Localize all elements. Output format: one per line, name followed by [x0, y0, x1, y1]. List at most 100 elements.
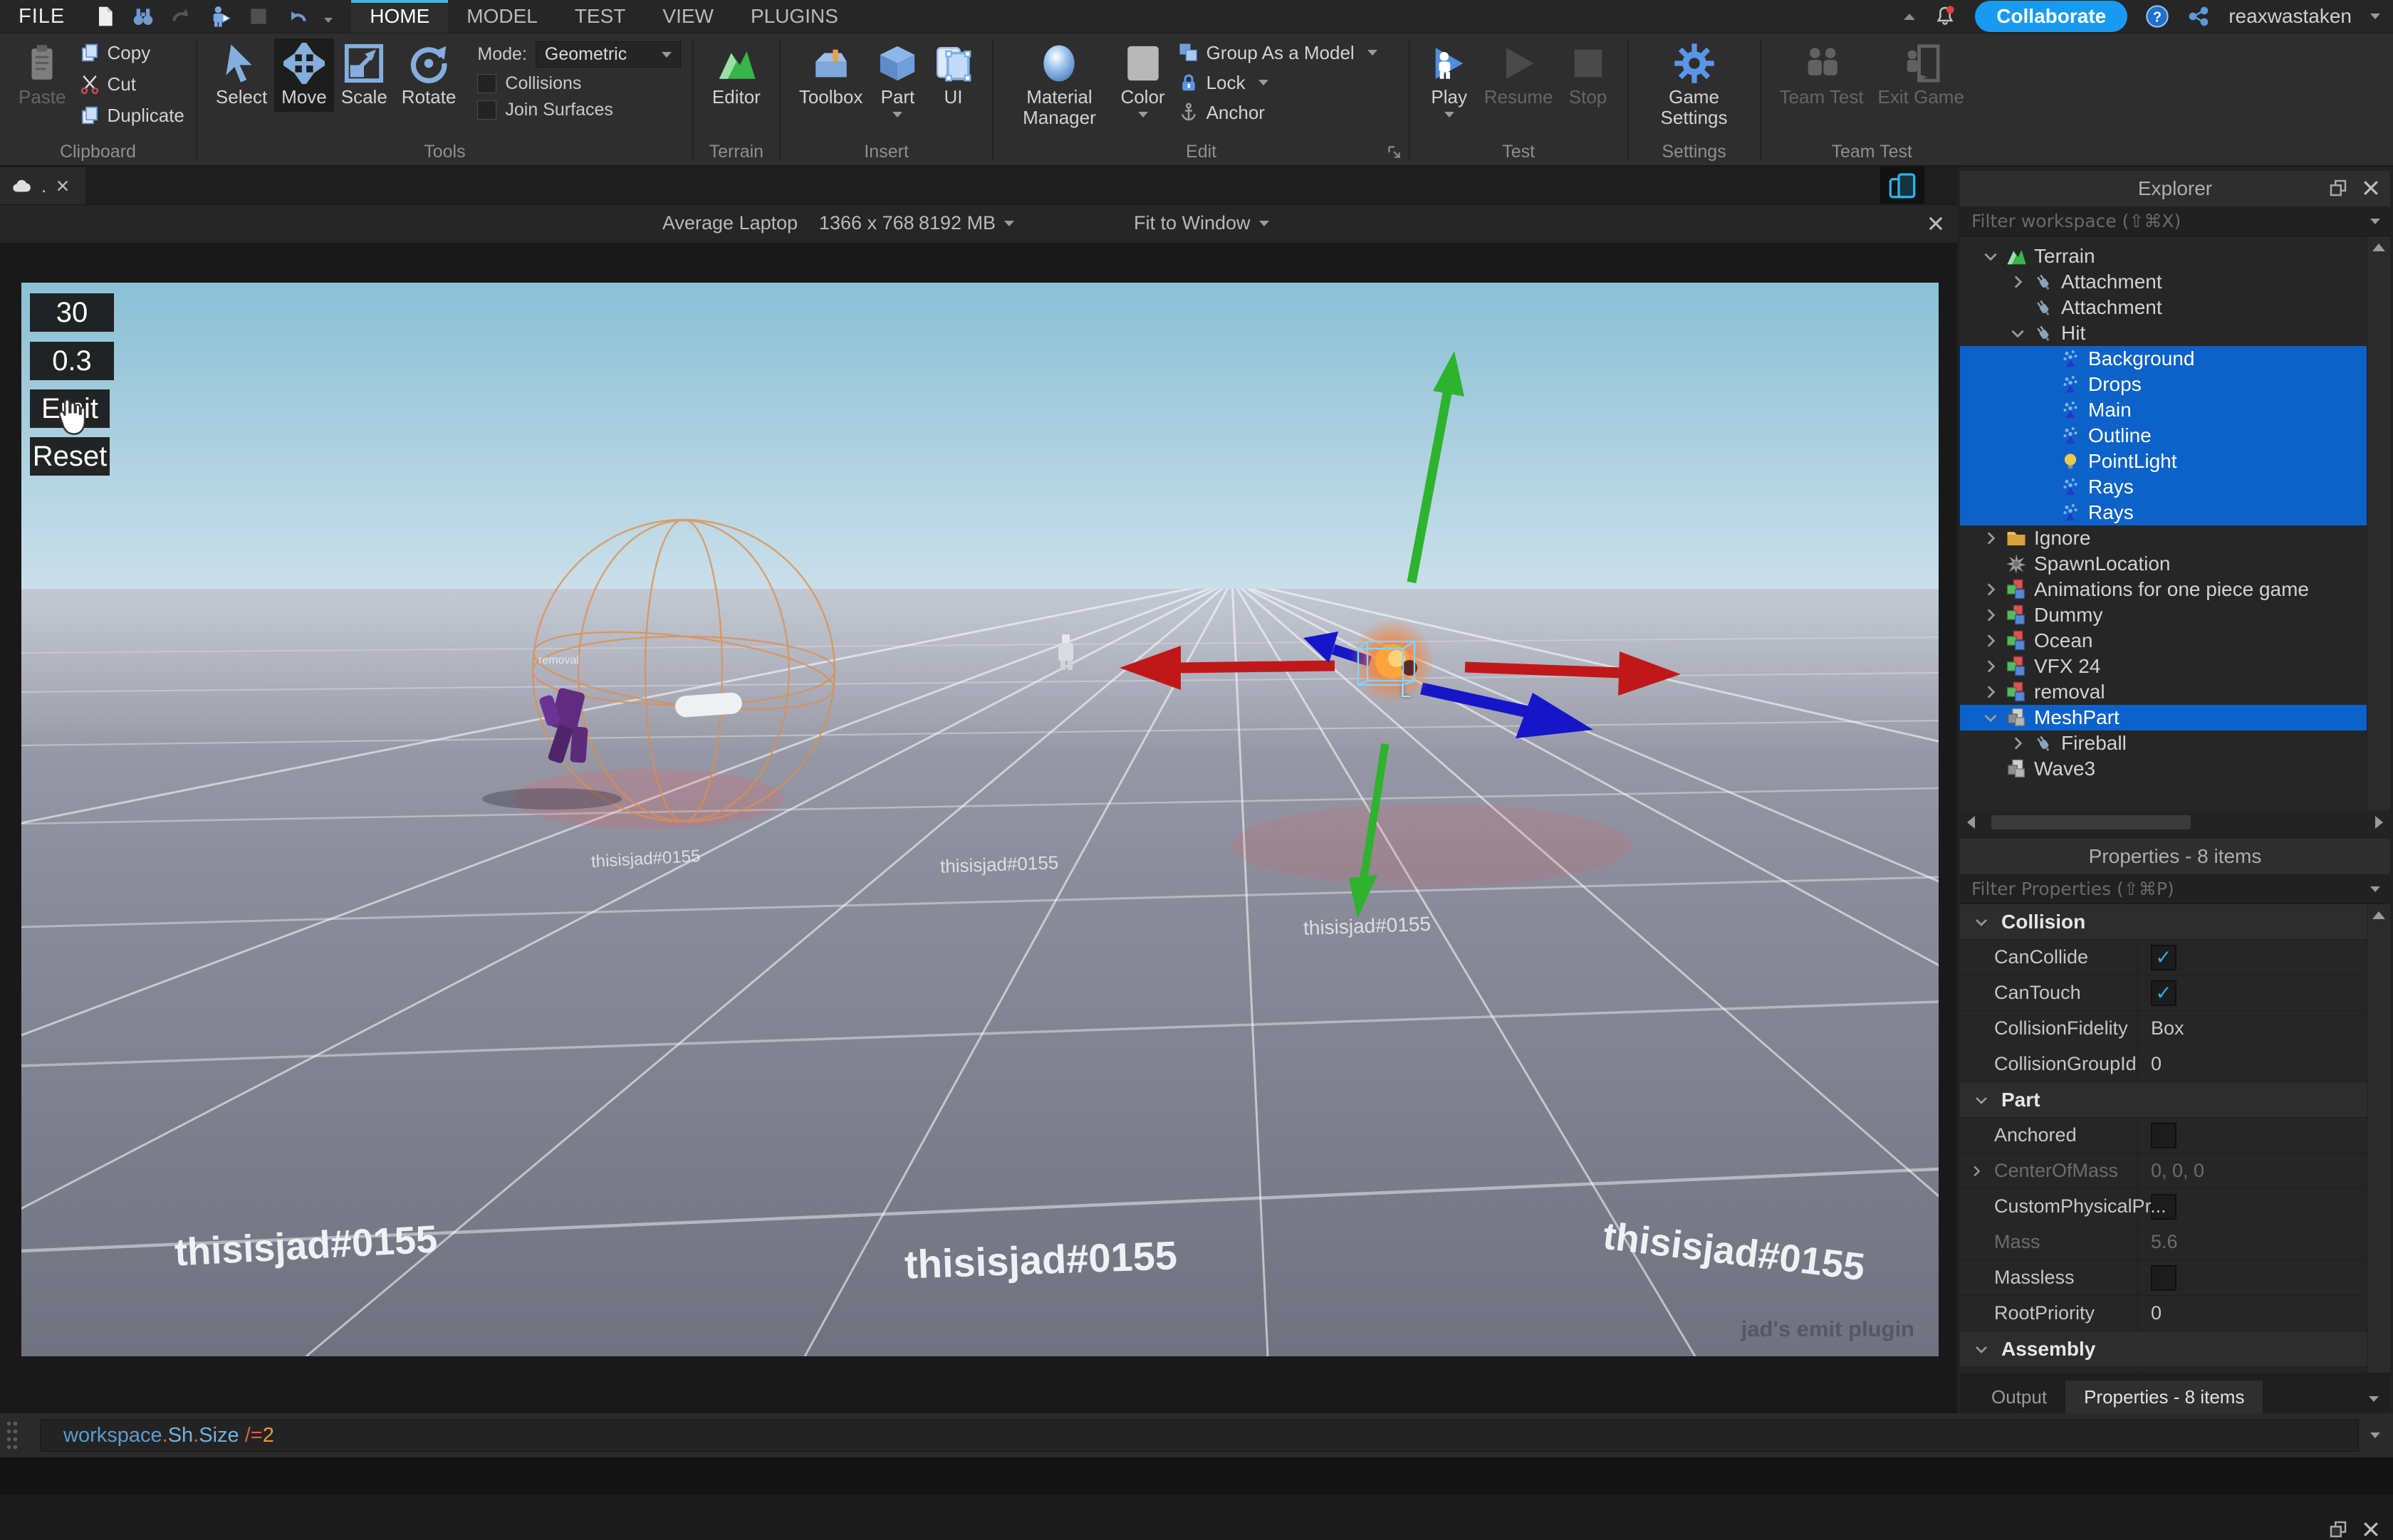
- collaborate-button[interactable]: Collaborate: [1975, 1, 2127, 32]
- chevron-right-icon[interactable]: [1981, 529, 2000, 548]
- insert-part-button[interactable]: Part: [870, 38, 925, 122]
- play-dropdown-caret-icon[interactable]: [1444, 112, 1454, 117]
- command-bar-caret-icon[interactable]: [2370, 1432, 2380, 1438]
- username[interactable]: reaxwastaken: [2228, 5, 2352, 28]
- exit-game-button[interactable]: Exit Game: [1871, 38, 1971, 112]
- chevron-down-icon[interactable]: [2008, 324, 2027, 342]
- tree-item-vfx24[interactable]: VFX 24: [1960, 654, 2390, 679]
- part-dropdown-caret-icon[interactable]: [892, 112, 902, 117]
- chevron-right-icon[interactable]: [2008, 734, 2027, 753]
- notifications-bell-icon[interactable]: [1934, 5, 1956, 28]
- property-section-collision[interactable]: Collision: [1960, 904, 2390, 940]
- scale-tool-button[interactable]: Scale: [334, 38, 395, 112]
- close-tab-icon[interactable]: [55, 178, 71, 194]
- chevron-right-icon[interactable]: [1981, 580, 2000, 599]
- chevron-down-icon[interactable]: [1981, 247, 2000, 266]
- explorer-vertical-scrollbar[interactable]: [2367, 236, 2390, 810]
- join-surfaces-checkbox[interactable]: [477, 100, 496, 120]
- property-section-part[interactable]: Part: [1960, 1082, 2390, 1118]
- tree-item-attachment[interactable]: Attachment: [1960, 269, 2390, 295]
- toolbox-button[interactable]: Toolbox: [792, 38, 870, 112]
- chevron-right-icon[interactable]: [1981, 683, 2000, 701]
- undo-history-caret-icon[interactable]: [324, 18, 333, 23]
- float-panel-icon[interactable]: [2327, 1519, 2349, 1540]
- play-button[interactable]: Play: [1422, 38, 1477, 122]
- stop-button[interactable]: Stop: [1560, 38, 1616, 112]
- tab-home[interactable]: HOME: [351, 0, 448, 33]
- tab-view[interactable]: VIEW: [644, 0, 732, 33]
- tree-item-spawnlocation[interactable]: SpawnLocation: [1960, 551, 2390, 577]
- chevron-right-icon[interactable]: [1981, 606, 2000, 624]
- lock-button[interactable]: Lock: [1178, 68, 1377, 97]
- fireball[interactable]: [1350, 619, 1435, 704]
- game-settings-button[interactable]: Game Settings: [1640, 38, 1748, 132]
- emulation-memory[interactable]: 8192 MB: [919, 212, 1014, 234]
- stop-tool-icon[interactable]: [247, 5, 270, 28]
- emulation-fit[interactable]: Fit to Window: [1134, 212, 1269, 234]
- insert-ui-button[interactable]: UI: [925, 38, 981, 112]
- close-emulation-icon[interactable]: [1926, 214, 1946, 234]
- team-test-button[interactable]: Team Test: [1773, 38, 1871, 112]
- tree-item-rays[interactable]: Rays: [1960, 500, 2390, 525]
- explorer-header[interactable]: Explorer: [1960, 171, 2390, 207]
- tree-item-background[interactable]: Background: [1960, 346, 2390, 372]
- scroll-up-icon[interactable]: [2372, 911, 2385, 919]
- viewport-3d-scene[interactable]: [21, 283, 1939, 1356]
- copy-button[interactable]: Copy: [79, 38, 184, 67]
- chevron-down-icon[interactable]: [1981, 708, 2000, 727]
- properties-filter-input[interactable]: [1970, 878, 2370, 900]
- file-menu[interactable]: FILE: [0, 0, 83, 33]
- tab-plugins[interactable]: PLUGINS: [732, 0, 857, 33]
- scroll-left-icon[interactable]: [1967, 816, 1975, 829]
- resume-button[interactable]: Resume: [1477, 38, 1560, 112]
- plugin-value-button-03[interactable]: 0.3: [30, 342, 114, 380]
- tree-item-pointlight[interactable]: PointLight: [1960, 449, 2390, 474]
- color-dropdown-caret-icon[interactable]: [1138, 112, 1148, 117]
- redo-icon[interactable]: [170, 5, 193, 28]
- explorer-filter-input[interactable]: [1970, 210, 2370, 232]
- share-icon[interactable]: [2187, 5, 2210, 28]
- collisiongroupid-value[interactable]: 0: [2151, 1053, 2162, 1075]
- color-button[interactable]: Color: [1113, 38, 1172, 122]
- collisionfidelity-value[interactable]: Box: [2151, 1017, 2184, 1039]
- anchor-button[interactable]: Anchor: [1178, 98, 1377, 127]
- tree-item-rays[interactable]: Rays: [1960, 474, 2390, 500]
- tree-item-hit[interactable]: Hit: [1960, 320, 2390, 346]
- collapse-ribbon-icon[interactable]: [1904, 14, 1915, 20]
- chevron-right-icon[interactable]: [2008, 273, 2027, 291]
- explorer-horizontal-scrollbar[interactable]: [1960, 810, 2390, 834]
- rotate-tool-button[interactable]: Rotate: [395, 38, 464, 112]
- tree-item-main[interactable]: Main: [1960, 397, 2390, 423]
- move-tool-button[interactable]: Move: [274, 38, 334, 112]
- select-tool-button[interactable]: Select: [209, 38, 274, 112]
- terrain-editor-button[interactable]: Editor: [705, 38, 768, 112]
- properties-vertical-scrollbar[interactable]: [2367, 904, 2390, 1373]
- scroll-down-icon[interactable]: [2369, 1396, 2379, 1402]
- property-section-assembly[interactable]: Assembly: [1960, 1331, 2390, 1367]
- command-bar-input[interactable]: workspace.Sh.Size /=2: [40, 1419, 2359, 1452]
- tab-model[interactable]: MODEL: [448, 0, 556, 33]
- tree-item-dummy[interactable]: Dummy: [1960, 602, 2390, 628]
- tree-item-drops[interactable]: Drops: [1960, 372, 2390, 397]
- collisions-checkbox-row[interactable]: Collisions: [477, 73, 680, 94]
- reset-button[interactable]: Reset: [30, 437, 110, 476]
- mode-dropdown[interactable]: Geometric: [536, 41, 681, 68]
- tree-item-animations[interactable]: Animations for one piece game: [1960, 577, 2390, 602]
- command-bar-grip[interactable]: [6, 1420, 19, 1451]
- emulation-resolution[interactable]: 1366 x 768: [819, 212, 914, 234]
- join-surfaces-checkbox-row[interactable]: Join Surfaces: [477, 100, 680, 120]
- close-panel-icon[interactable]: [2360, 177, 2382, 199]
- help-icon[interactable]: ?: [2146, 5, 2169, 28]
- account-caret-icon[interactable]: [2370, 14, 2380, 19]
- find-icon[interactable]: [132, 5, 155, 28]
- tree-item-wave3[interactable]: Wave3: [1960, 756, 2390, 782]
- tree-item-ocean[interactable]: Ocean: [1960, 628, 2390, 654]
- massless-checkbox[interactable]: [2151, 1265, 2176, 1291]
- anchored-checkbox[interactable]: [2151, 1123, 2176, 1148]
- tab-properties[interactable]: Properties - 8 items: [2065, 1381, 2263, 1413]
- explorer-filter[interactable]: [1960, 206, 2390, 236]
- rootpriority-value[interactable]: 0: [2151, 1302, 2162, 1324]
- cantouch-checkbox[interactable]: ✓: [2151, 980, 2176, 1006]
- tree-item-terrain[interactable]: Terrain: [1960, 243, 2390, 269]
- chevron-right-icon[interactable]: [1981, 657, 2000, 676]
